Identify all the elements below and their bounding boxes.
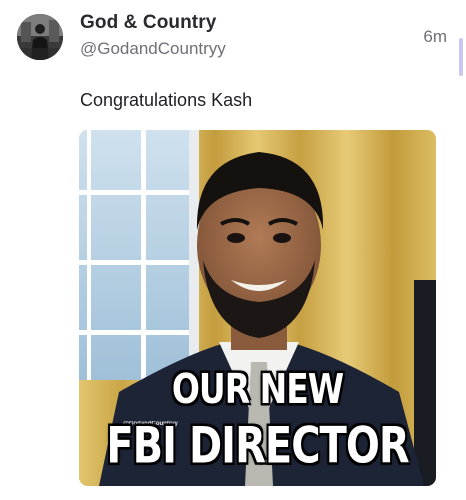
scrollbar[interactable]: [459, 38, 463, 76]
avatar[interactable]: [17, 14, 63, 60]
post-card[interactable]: God & Country @GodandCountryy 6m Congrat…: [0, 0, 466, 500]
caption-line-2: FBI DIRECTOR: [106, 417, 409, 475]
timestamp[interactable]: 6m: [423, 27, 447, 47]
user-handle[interactable]: @GodandCountryy: [80, 39, 226, 59]
post-text: Congratulations Kash: [80, 90, 253, 110]
caption-line-1: OUR NEW: [171, 364, 344, 413]
post-image[interactable]: OUR NEW @GodandCountryy FBI DIRECTOR: [79, 130, 436, 486]
display-name[interactable]: God & Country: [80, 12, 216, 34]
avatar-image: [17, 14, 63, 60]
